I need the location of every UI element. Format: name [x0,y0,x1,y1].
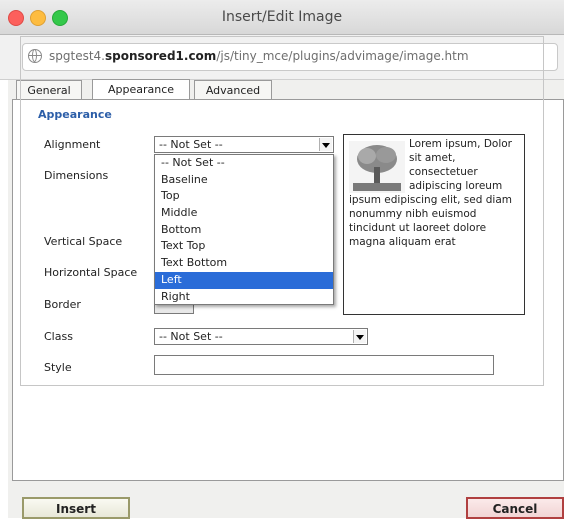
chevron-down-icon[interactable] [319,138,332,151]
cancel-button[interactable]: Cancel [466,497,564,519]
window-titlebar: Insert/Edit Image [0,0,564,35]
class-select[interactable]: -- Not Set -- [154,328,368,345]
alignment-value: -- Not Set -- [159,138,223,151]
alignment-option[interactable]: Text Bottom [155,255,333,272]
window-title: Insert/Edit Image [221,9,343,25]
alignment-label: Alignment [44,138,101,151]
chevron-down-icon[interactable] [353,330,366,343]
alignment-select[interactable]: -- Not Set -- [154,136,334,153]
alignment-option[interactable]: Top [155,188,333,205]
appearance-legend: Appearance [34,108,116,121]
class-value: -- Not Set -- [159,330,223,343]
alignment-option[interactable]: Right [155,289,333,306]
alignment-dropdown-list[interactable]: -- Not Set -- Baseline Top Middle Bottom… [154,154,334,305]
alignment-option[interactable]: Middle [155,205,333,222]
alignment-preview: Lorem ipsum, Dolor sit amet, consectetue… [343,134,525,315]
class-label: Class [44,330,73,343]
style-label: Style [44,361,72,374]
style-input[interactable] [154,355,494,375]
tree-image-icon [349,141,405,193]
alignment-option[interactable]: -- Not Set -- [155,155,333,172]
vertical-space-label: Vertical Space [44,235,123,248]
insert-button[interactable]: Insert [22,497,130,519]
alignment-option[interactable]: Text Top [155,238,333,255]
alignment-option[interactable]: Bottom [155,222,333,239]
alignment-option[interactable]: Baseline [155,172,333,189]
horizontal-space-label: Horizontal Space [44,266,138,279]
dimensions-label: Dimensions [44,169,109,182]
alignment-option-highlighted[interactable]: Left [155,271,333,289]
border-label: Border [44,298,81,311]
